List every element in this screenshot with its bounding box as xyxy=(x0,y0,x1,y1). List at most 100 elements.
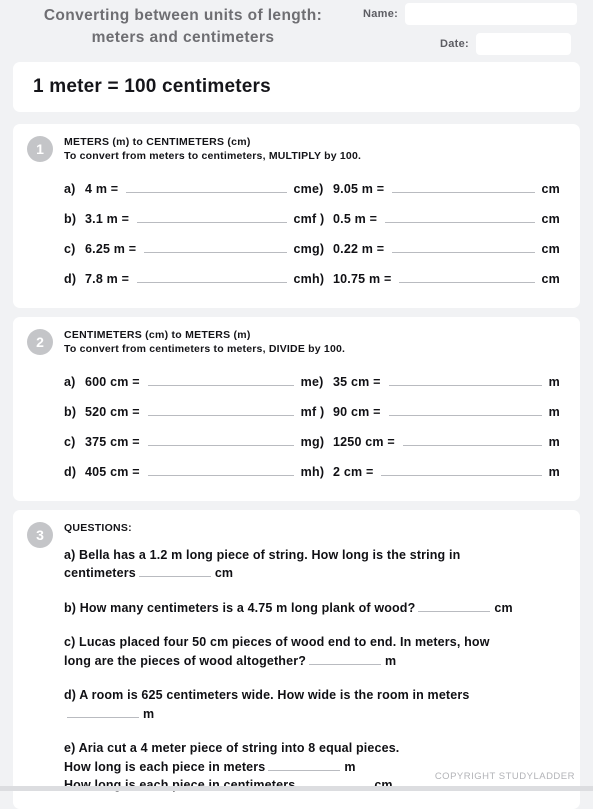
worksheet-header: Converting between units of length: mete… xyxy=(0,0,593,62)
problem-label: g) xyxy=(312,241,325,256)
problem-label: g) xyxy=(312,434,325,449)
problem-row: a) 4 m = cm e) 9.05 m = cm xyxy=(64,174,570,204)
problem-row: b) 520 cm = m f ) 90 cm = m xyxy=(64,397,570,427)
problem-item-e: e) 35 cm = m xyxy=(312,375,560,389)
problem-row: a) 600 cm = m e) 35 cm = m xyxy=(64,367,570,397)
question-item: a) Bella has a 1.2 m long piece of strin… xyxy=(64,546,566,583)
problem-row: b) 3.1 m = cm f ) 0.5 m = cm xyxy=(64,204,570,234)
answer-blank[interactable] xyxy=(138,566,211,578)
question-line: long are the pieces of wood altogether? m xyxy=(64,652,566,671)
problem-item-h: h) 2 cm = m xyxy=(312,465,560,479)
answer-blank[interactable] xyxy=(144,242,287,253)
problem-unit: cm xyxy=(293,181,312,196)
problem-item-f: f ) 90 cm = m xyxy=(312,405,560,419)
page-title: Converting between units of length: mete… xyxy=(8,5,358,50)
question-text: d) A room is 625 centimeters wide. How w… xyxy=(64,688,470,703)
problem-unit: m xyxy=(300,404,312,419)
answer-blank[interactable] xyxy=(399,272,535,283)
problem-expression: 520 cm = xyxy=(85,404,140,419)
question-text: b) How many centimeters is a 4.75 m long… xyxy=(64,600,416,615)
problem-item-c: c) 375 cm = m xyxy=(64,435,312,449)
answer-blank[interactable] xyxy=(67,707,139,718)
problem-label: h) xyxy=(312,271,325,286)
question-unit: m xyxy=(385,653,397,668)
answer-blank[interactable] xyxy=(309,654,381,665)
answer-blank[interactable] xyxy=(137,212,287,223)
problem-item-b: b) 3.1 m = cm xyxy=(64,212,312,226)
problem-expression: 2 cm = xyxy=(333,464,374,479)
answer-blank[interactable] xyxy=(388,405,542,416)
question-line: c) Lucas placed four 50 cm pieces of woo… xyxy=(64,633,566,652)
answer-blank[interactable] xyxy=(147,375,294,386)
problem-unit: m xyxy=(300,434,312,449)
section-title: CENTIMETERS (cm) to METERS (m) xyxy=(64,328,251,341)
questions-title: QUESTIONS: xyxy=(64,521,132,534)
answer-blank[interactable] xyxy=(418,601,491,612)
question-item: b) How many centimeters is a 4.75 m long… xyxy=(64,599,566,618)
problem-label: a) xyxy=(64,181,76,196)
answer-blank[interactable] xyxy=(126,182,287,193)
problem-unit: m xyxy=(300,464,312,479)
section-badge-2: 2 xyxy=(27,328,53,355)
question-item: c) Lucas placed four 50 cm pieces of woo… xyxy=(64,633,566,670)
section-heading: METERS (m) to CENTIMETERS (cm) To convert… xyxy=(13,135,580,164)
problem-row: c) 375 cm = m g) 1250 cm = m xyxy=(64,427,570,457)
question-unit: cm xyxy=(494,600,513,615)
problem-label: f ) xyxy=(312,404,325,419)
question-text: e) Aria cut a 4 meter piece of string in… xyxy=(64,741,400,756)
problem-expression: 10.75 m = xyxy=(333,271,392,286)
answer-blank[interactable] xyxy=(402,435,542,446)
problem-grid: a) 600 cm = m e) 35 cm = m b) 520 cm = m f ) 90 cm… xyxy=(13,367,580,487)
problem-expression: 9.05 m = xyxy=(333,181,385,196)
problem-unit: m xyxy=(548,374,560,389)
answer-blank[interactable] xyxy=(147,405,294,416)
question-line: d) A room is 625 centimeters wide. How w… xyxy=(64,686,566,705)
problem-item-f: f ) 0.5 m = cm xyxy=(312,212,560,226)
date-input[interactable] xyxy=(476,33,572,55)
question-line: e) Aria cut a 4 meter piece of string in… xyxy=(64,739,566,758)
answer-blank[interactable] xyxy=(137,272,287,283)
problem-expression: 1250 cm = xyxy=(333,434,395,449)
problem-label: e) xyxy=(312,374,324,389)
problem-expression: 0.22 m = xyxy=(333,241,385,256)
answer-blank[interactable] xyxy=(392,242,535,253)
problem-expression: 0.5 m = xyxy=(333,211,378,226)
section-badge-1: 1 xyxy=(27,136,53,162)
question-item: d) A room is 625 centimeters wide. How w… xyxy=(64,686,566,723)
answer-blank[interactable] xyxy=(381,465,542,476)
name-input[interactable] xyxy=(405,3,578,25)
name-field-row: Name: xyxy=(363,3,578,25)
problem-unit: cm xyxy=(293,211,312,226)
exercise-section-1: 1 METERS (m) to CENTIMETERS (cm) To conver… xyxy=(13,124,580,308)
answer-blank[interactable] xyxy=(147,435,294,446)
page-title-line-2: meters and centimeters xyxy=(91,29,275,47)
conversion-fact-card: 1 meter = 100 centimeters xyxy=(13,62,580,112)
problem-item-h: h) 10.75 m = cm xyxy=(312,272,560,286)
answer-blank[interactable] xyxy=(385,212,535,223)
problem-expression: 4 m = xyxy=(85,181,119,196)
problem-unit: cm xyxy=(293,241,312,256)
question-line: centimeters cm xyxy=(64,564,566,583)
problem-item-e: e) 9.05 m = cm xyxy=(312,182,560,196)
answer-blank[interactable] xyxy=(392,182,535,193)
answer-blank[interactable] xyxy=(147,465,294,476)
problem-item-a: a) 4 m = cm xyxy=(64,182,312,196)
date-label: Date: xyxy=(440,38,470,50)
name-label: Name: xyxy=(363,8,399,20)
problem-expression: 6.25 m = xyxy=(85,241,137,256)
problem-expression: 375 cm = xyxy=(85,434,140,449)
questions-card: 3 QUESTIONS: a) Bella has a 1.2 m long p… xyxy=(13,509,580,809)
problem-unit: m xyxy=(548,434,560,449)
question-text: long are the pieces of wood altogether? xyxy=(64,653,306,668)
answer-blank[interactable] xyxy=(388,375,542,386)
problem-unit: cm xyxy=(541,271,560,286)
problem-item-d: d) 7.8 m = cm xyxy=(64,272,312,286)
question-line: b) How many centimeters is a 4.75 m long… xyxy=(64,599,566,618)
section-title: METERS (m) to CENTIMETERS (cm) xyxy=(64,136,251,148)
section-subtitle: To convert from meters to centimeters, M… xyxy=(64,150,362,163)
question-unit: cm xyxy=(214,566,234,581)
problem-label: d) xyxy=(64,464,77,479)
problem-row: d) 7.8 m = cm h) 10.75 m = cm xyxy=(64,264,570,294)
question-text: centimeters xyxy=(64,566,136,581)
answer-blank[interactable] xyxy=(268,760,341,771)
